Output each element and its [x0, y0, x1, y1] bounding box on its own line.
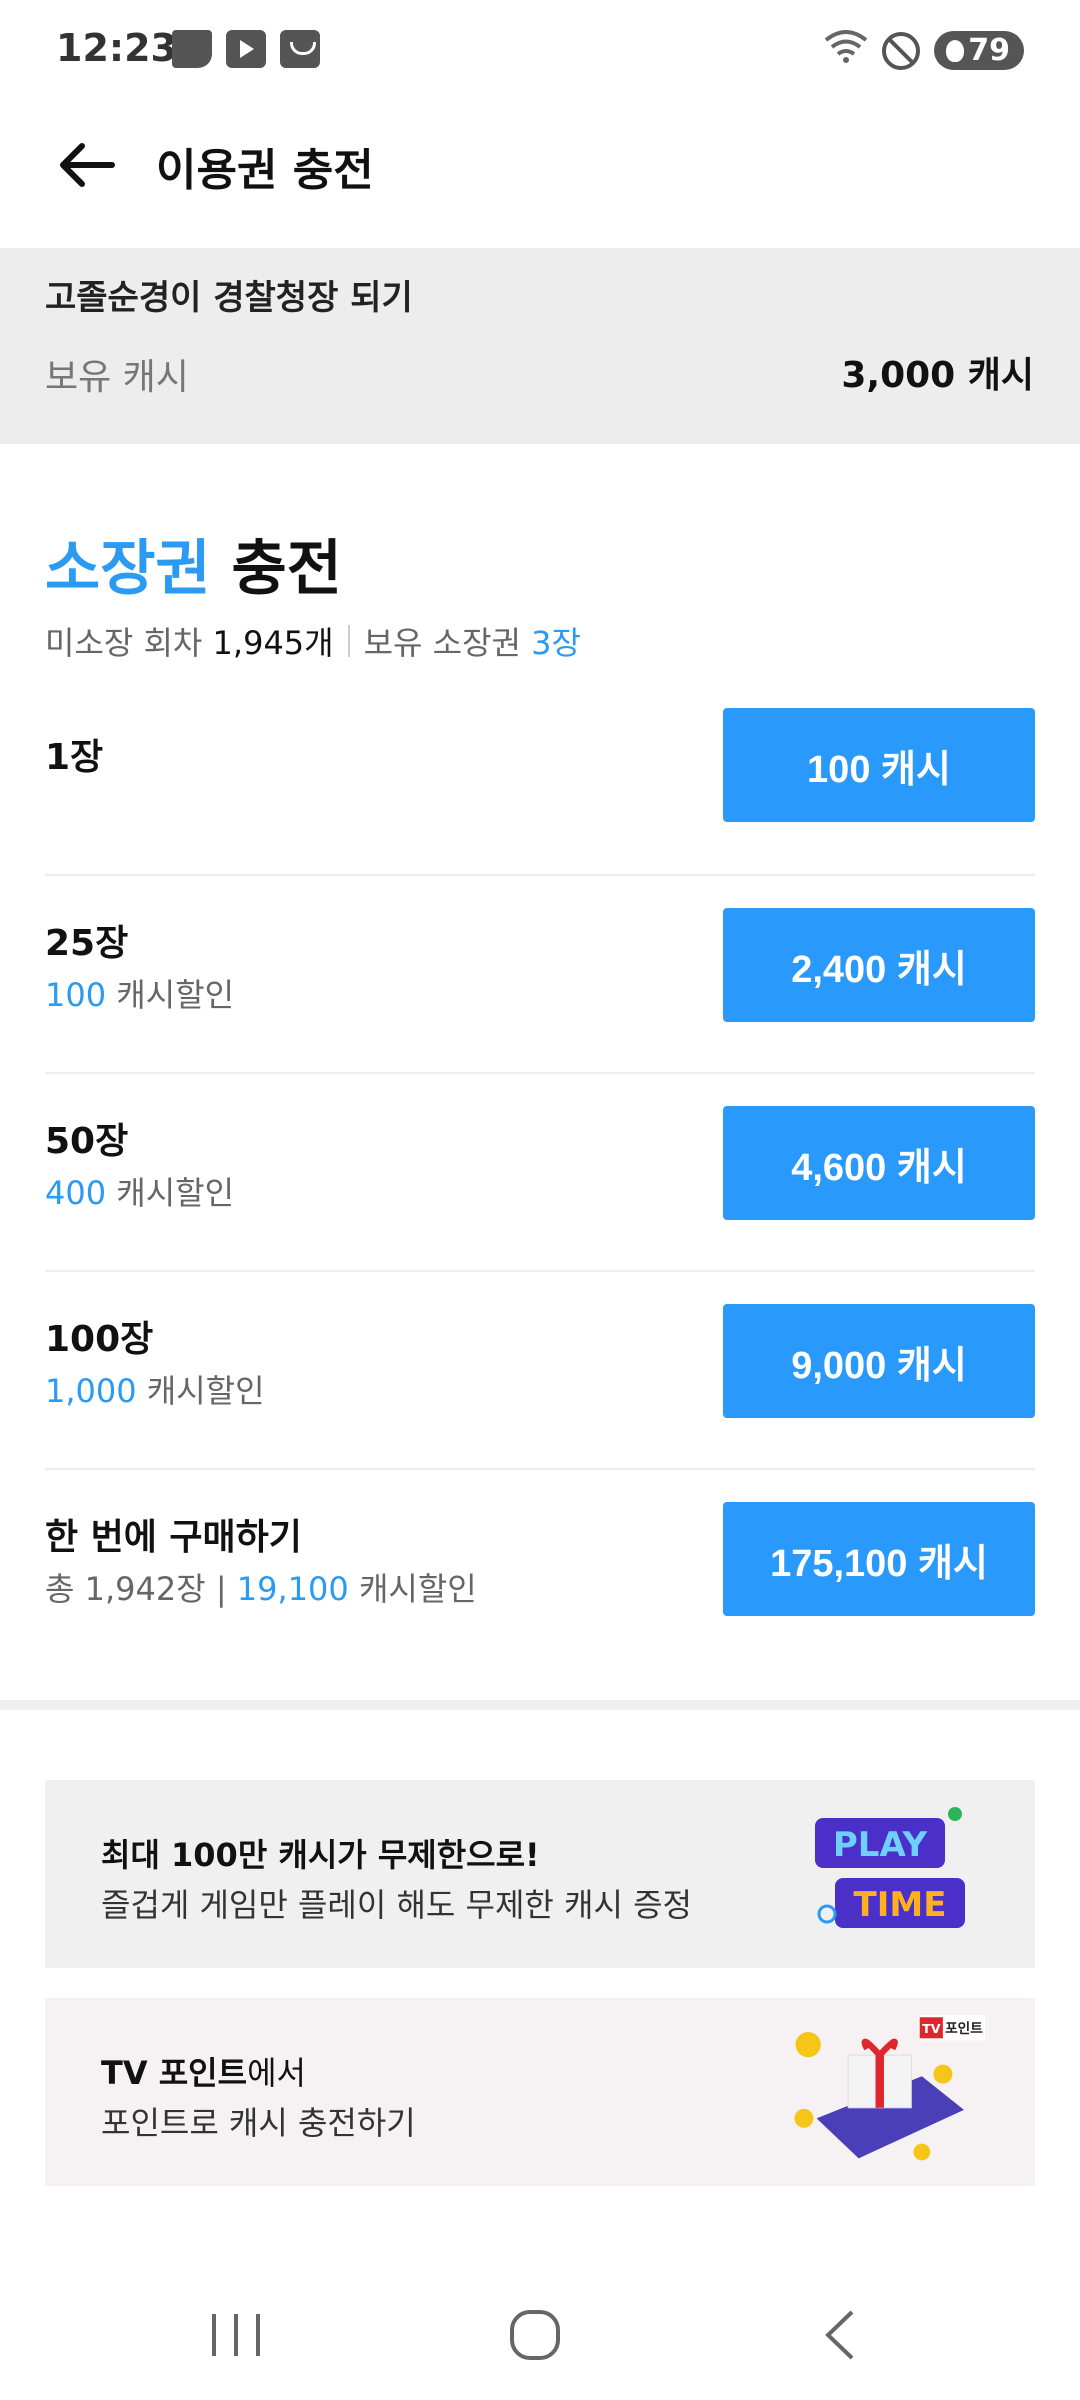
status-bar: 12:23 79 [0, 0, 1080, 100]
option-row: 100장 1,000 캐시할인 9,000 캐시 [45, 1270, 1035, 1470]
home-icon [510, 2310, 560, 2360]
unowned-label: 미소장 회차 [45, 624, 203, 662]
option-discount: 총 1,942장 | 19,100 캐시할인 [45, 1564, 477, 1610]
discount-value: 400 [45, 1174, 107, 1212]
battery-indicator: 79 [934, 31, 1024, 70]
option-row: 1장 100 캐시 [45, 676, 1035, 876]
option-row: 한 번에 구매하기 총 1,942장 | 19,100 캐시할인 175,100… [45, 1468, 1035, 1666]
recent-apps-icon [212, 2314, 260, 2356]
section-title-rest: 충전 [210, 534, 342, 604]
option-discount: 100 캐시할인 [45, 970, 234, 1016]
tv-point-label: TV 포인트 [101, 2054, 248, 2092]
wifi-icon [824, 28, 868, 73]
arrow-left-icon [60, 143, 115, 187]
buy-1-button[interactable]: 100 캐시 [723, 708, 1035, 822]
chevron-left-icon [825, 2310, 854, 2360]
banner-headline: TV 포인트에서 [101, 2048, 306, 2094]
option-title: 100장 [45, 1319, 154, 1360]
battery-level: 79 [968, 33, 1010, 68]
option-title: 한 번에 구매하기 [45, 1517, 302, 1558]
buy-50-button[interactable]: 4,600 캐시 [723, 1106, 1035, 1220]
option-discount: 400 캐시할인 [45, 1168, 234, 1214]
back-button[interactable] [52, 130, 122, 200]
tv-badge-icon: TV [922, 2021, 941, 2036]
app-bar: 이용권 충전 [0, 110, 1080, 220]
divider [347, 625, 350, 657]
option-title: 25장 [45, 923, 129, 964]
cash-value: 3,000 캐시 [841, 355, 1034, 396]
banner-description: 포인트로 캐시 충전하기 [101, 2104, 416, 2142]
banner-headline-rest: 에서 [247, 2054, 306, 2092]
system-back-button[interactable] [800, 2300, 880, 2370]
buy-25-button[interactable]: 2,400 캐시 [723, 908, 1035, 1022]
unowned-value: 1,945개 [212, 624, 334, 662]
account-summary: 고졸순경이 경찰청장 되기 보유 캐시 3,000 캐시 [0, 248, 1080, 444]
recent-apps-button[interactable] [196, 2300, 276, 2370]
discount-value: 19,100 [236, 1570, 349, 1608]
page-title: 이용권 충전 [156, 145, 374, 196]
play-text: PLAY [833, 1825, 928, 1865]
youtube-icon [226, 30, 266, 68]
owned-label: 보유 소장권 [363, 624, 521, 662]
shield-icon [946, 39, 965, 62]
section-divider [0, 1700, 1080, 1710]
home-button[interactable] [496, 2300, 576, 2370]
discount-value: 1,000 [45, 1372, 137, 1410]
system-icons: 79 [824, 28, 1024, 73]
discount-suffix: 캐시할인 [106, 976, 235, 1014]
total-count: 총 1,942장 | [45, 1570, 237, 1608]
status-time: 12:23 [56, 26, 177, 70]
play-time-banner[interactable]: 최대 100만 캐시가 무제한으로! 즐겁게 게임만 플레이 해도 무제한 캐시… [45, 1780, 1035, 1968]
shopping-bag-icon [280, 30, 320, 68]
section-title-highlight: 소장권 [45, 534, 211, 604]
option-title: 1장 [45, 737, 104, 778]
note-icon [172, 30, 212, 68]
section-subtitle: 미소장 회차 1,945개 보유 소장권 3장 [45, 618, 581, 664]
time-text: TIME [854, 1885, 947, 1925]
play-time-logo: PLAY TIME [815, 1807, 965, 1928]
series-title: 고졸순경이 경찰청장 되기 [45, 278, 413, 318]
buy-100-button[interactable]: 9,000 캐시 [723, 1304, 1035, 1418]
cash-label: 보유 캐시 [45, 357, 189, 398]
owned-value: 3장 [531, 624, 581, 662]
notification-icons [172, 30, 320, 68]
discount-value: 100 [45, 976, 107, 1014]
tv-badge-text: 포인트 [945, 2020, 983, 2037]
option-row: 50장 400 캐시할인 4,600 캐시 [45, 1072, 1035, 1272]
tv-point-banner[interactable]: TV 포인트에서 포인트로 캐시 충전하기 TV 포인트 [45, 1998, 1035, 2186]
discount-suffix: 캐시할인 [348, 1570, 477, 1608]
banner-description: 즐겁게 게임만 플레이 해도 무제한 캐시 증정 [101, 1886, 692, 1924]
banner-headline: 최대 100만 캐시가 무제한으로! [101, 1836, 540, 1874]
do-not-disturb-icon [882, 31, 921, 70]
section-title: 소장권 충전 [45, 520, 342, 607]
system-navigation-bar [0, 2270, 1080, 2400]
option-discount: 1,000 캐시할인 [45, 1366, 265, 1412]
discount-suffix: 캐시할인 [106, 1174, 235, 1212]
option-title: 50장 [45, 1121, 129, 1162]
discount-suffix: 캐시할인 [136, 1372, 265, 1410]
option-row: 25장 100 캐시할인 2,400 캐시 [45, 874, 1035, 1074]
buy-all-button[interactable]: 175,100 캐시 [723, 1502, 1035, 1616]
gift-phone-illustration: TV 포인트 [794, 2015, 985, 2161]
